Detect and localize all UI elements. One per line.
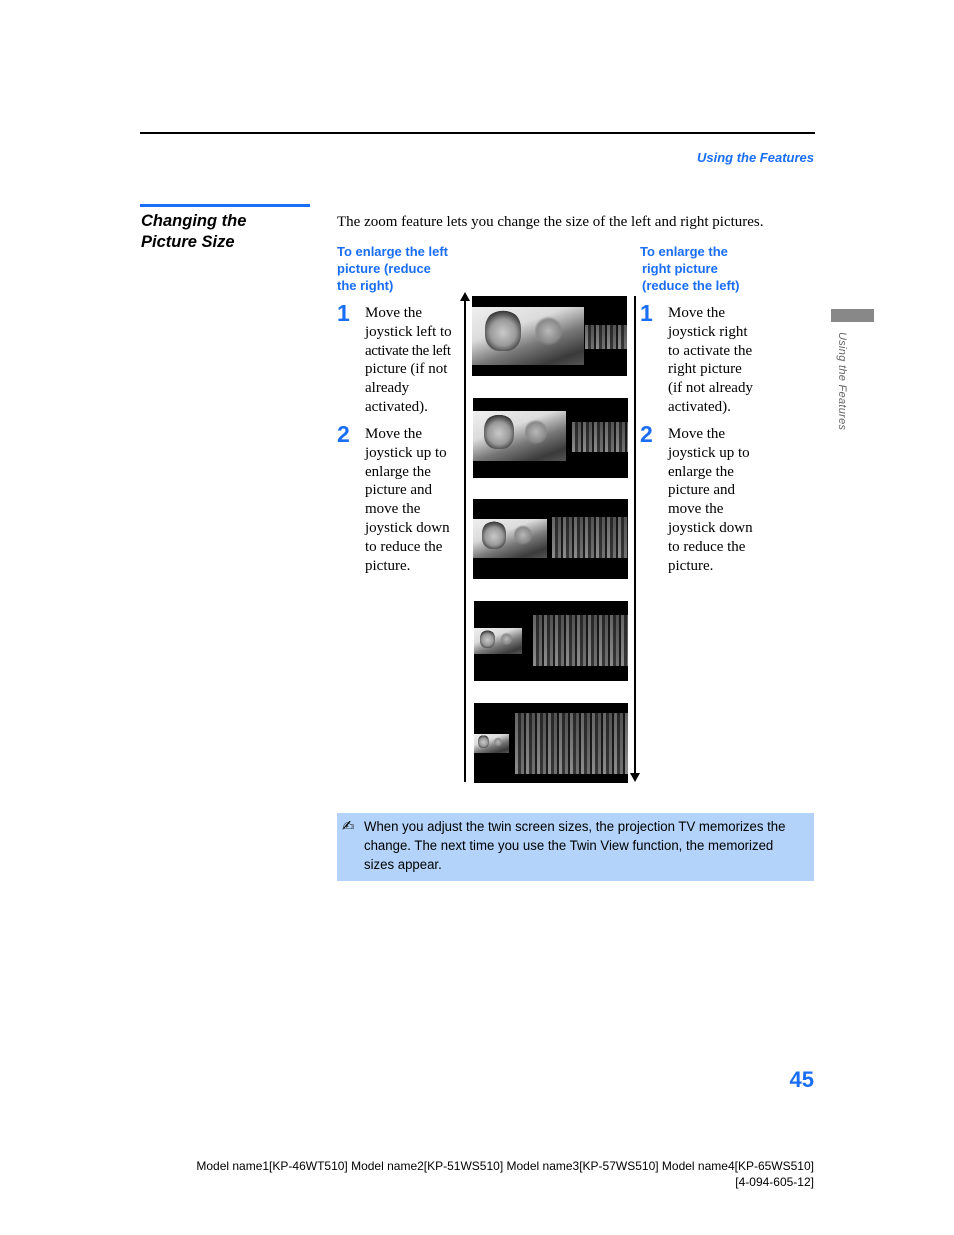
right-picture-team <box>585 325 627 349</box>
up-arrow-line <box>464 300 466 782</box>
section-title: Changing the Picture Size <box>141 211 311 253</box>
heading-line: (reduce the left) <box>642 278 740 293</box>
step-line: to reduce the <box>365 538 443 555</box>
step-line: activated). <box>365 398 428 415</box>
step-line: picture (if not <box>365 361 448 378</box>
left-picture-faces <box>473 411 566 461</box>
heading-line: To enlarge the left <box>337 244 448 259</box>
step-line: joystick up to <box>668 444 750 461</box>
step-line: Move the <box>365 305 423 321</box>
right-picture-team <box>515 713 628 774</box>
left-picture-faces <box>473 519 547 558</box>
step-line: move the <box>365 501 421 518</box>
note-text: When you adjust the twin screen sizes, t… <box>364 818 809 875</box>
twin-view-frame-4 <box>474 601 628 681</box>
intro-paragraph: The zoom feature lets you change the siz… <box>337 214 764 230</box>
footer-doc-code: [4-094-605-12] <box>735 1175 814 1189</box>
running-head: Using the Features <box>696 150 814 165</box>
step-number: 2 <box>640 421 653 447</box>
twin-view-frame-5 <box>474 703 628 783</box>
step-number: 1 <box>337 300 350 326</box>
step-line: enlarge the <box>365 463 431 480</box>
twin-view-frame-3 <box>473 499 628 579</box>
step-line: activate the left <box>365 342 451 359</box>
right-picture-team <box>572 422 628 452</box>
step-line: to reduce the <box>668 538 746 555</box>
step-line: picture. <box>668 557 714 574</box>
section-title-line2: Picture Size <box>141 233 235 251</box>
pencil-note-icon: ✍ <box>342 817 355 835</box>
note-line: When you adjust the twin screen sizes, t… <box>364 819 786 835</box>
step-text: Move the joystick up to enlarge the pict… <box>668 425 768 575</box>
step-line: joystick right <box>668 323 748 340</box>
step-text: Move the joystick up to enlarge the pict… <box>365 425 465 575</box>
step-line: picture. <box>365 557 411 574</box>
left-picture-faces <box>472 307 584 365</box>
note-box: ✍ When you adjust the twin screen sizes,… <box>337 813 814 881</box>
step-line: Move the <box>668 426 726 442</box>
top-rule <box>140 132 815 134</box>
step-text: Move the joystick left to activate the l… <box>365 304 465 417</box>
step-line: right picture <box>668 361 742 378</box>
right-column-heading: To enlarge the right picture (reduce the… <box>640 243 770 294</box>
heading-line: picture (reduce <box>337 261 431 276</box>
step-line: joystick down <box>365 519 450 536</box>
side-tab-label: Using the Features <box>836 332 848 431</box>
step-line: joystick up to <box>365 444 447 461</box>
page-number: 45 <box>789 1067 814 1092</box>
left-picture-faces <box>474 628 522 654</box>
step-line: joystick down <box>668 519 753 536</box>
step-line: picture and <box>668 482 736 499</box>
step-line: move the <box>668 501 724 518</box>
step-line: to activate the <box>668 342 753 359</box>
footer-models: Model name1[KP-46WT510] Model name2[KP-5… <box>196 1159 814 1173</box>
step-line: (if not already <box>668 380 753 397</box>
left-column-heading: To enlarge the left picture (reduce the … <box>337 243 467 294</box>
step-number: 1 <box>640 300 653 326</box>
heading-line: right picture <box>642 261 718 276</box>
step-line: already <box>365 380 410 397</box>
twin-view-frame-1 <box>472 296 627 376</box>
right-picture-team <box>552 517 628 558</box>
step-line: enlarge the <box>668 463 734 480</box>
step-line: picture and <box>365 482 433 499</box>
step-number: 2 <box>337 421 350 447</box>
step-text: Move the joystick right to activate the … <box>668 304 768 417</box>
step-line: Move the <box>668 305 726 321</box>
heading-line: the right) <box>337 278 394 293</box>
step-line: joystick left to <box>365 323 452 340</box>
step-line: activated). <box>668 398 731 415</box>
heading-line: To enlarge the <box>640 244 728 259</box>
section-rule <box>140 204 310 207</box>
right-picture-team <box>533 615 628 666</box>
note-line: change. The next time you use the Twin V… <box>364 838 774 854</box>
down-arrow-line <box>634 296 636 774</box>
note-line: sizes appear. <box>364 857 442 873</box>
side-tab-marker <box>831 309 874 322</box>
down-arrow-icon <box>630 773 640 782</box>
footer: Model name1[KP-46WT510] Model name2[KP-5… <box>196 1158 814 1190</box>
step-line: Move the <box>365 426 423 442</box>
section-title-line1: Changing the <box>141 212 247 230</box>
twin-view-frame-2 <box>473 398 628 478</box>
left-picture-faces <box>474 734 509 753</box>
